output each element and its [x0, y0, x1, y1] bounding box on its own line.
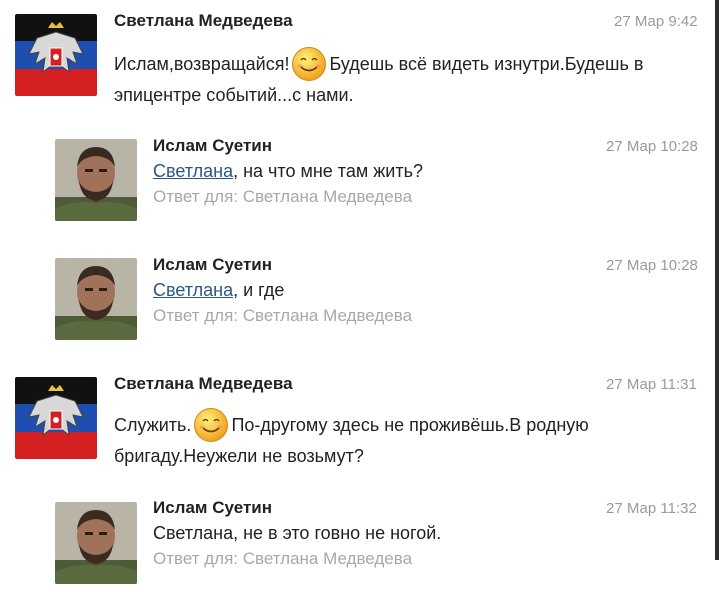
message-text-line: бригаду.Неужели не возьмут?: [114, 446, 364, 466]
message-text-line: эпицентре событий...с нами.: [114, 85, 354, 105]
message-text-part: Служить.: [114, 414, 192, 435]
avatar[interactable]: [55, 139, 137, 221]
avatar[interactable]: [55, 258, 137, 340]
message-text: Служить. По-другому здесь не проживёшь.В…: [114, 405, 674, 468]
author-name[interactable]: Ислам Суетин: [153, 136, 272, 156]
mention-link[interactable]: Светлана: [153, 280, 233, 300]
author-name[interactable]: Ислам Суетин: [153, 255, 272, 275]
message-text-part: Будешь всё видеть изнутри.Будешь в: [329, 53, 644, 74]
avatar[interactable]: [15, 14, 97, 96]
smiley-face-icon: [193, 407, 229, 443]
message-text: Светлана, не в это говно не ногой.: [153, 523, 442, 543]
man-portrait-icon: [55, 502, 137, 584]
man-portrait-icon: [55, 139, 137, 221]
timestamp[interactable]: 27 Мар 9:42: [614, 13, 698, 30]
message-text: Светлана, на что мне там жить?: [153, 160, 423, 183]
message-text: Светлана, и где: [153, 279, 284, 302]
scrollbar[interactable]: [715, 0, 719, 560]
message-text-part: Ислам,возвращайся!: [114, 53, 290, 74]
mention-link[interactable]: Светлана: [153, 161, 233, 181]
avatar[interactable]: [15, 377, 97, 459]
author-name[interactable]: Ислам Суетин: [153, 498, 272, 518]
timestamp[interactable]: 27 Мар 10:28: [606, 138, 698, 155]
reply-to-link[interactable]: Ответ для: Светлана Медведева: [153, 549, 412, 569]
avatar[interactable]: [55, 502, 137, 584]
reply-to-link[interactable]: Ответ для: Светлана Медведева: [153, 306, 412, 326]
timestamp[interactable]: 27 Мар 11:32: [606, 500, 697, 517]
message-text: Ислам,возвращайся! Будешь всё видеть изн…: [114, 44, 674, 107]
dpr-flag-icon: [15, 377, 97, 459]
dpr-flag-icon: [15, 14, 97, 96]
timestamp[interactable]: 27 Мар 10:28: [606, 257, 698, 274]
reply-to-link[interactable]: Ответ для: Светлана Медведева: [153, 187, 412, 207]
man-portrait-icon: [55, 258, 137, 340]
message-text-part: По-другому здесь не проживёшь.В родную: [231, 414, 589, 435]
author-name[interactable]: Светлана Медведева: [114, 374, 293, 394]
author-name[interactable]: Светлана Медведева: [114, 11, 293, 31]
smiley-face-icon: [291, 46, 327, 82]
timestamp[interactable]: 27 Мар 11:31: [606, 376, 697, 393]
message-text-part: , и где: [233, 280, 285, 300]
message-text-part: , на что мне там жить?: [233, 161, 423, 181]
